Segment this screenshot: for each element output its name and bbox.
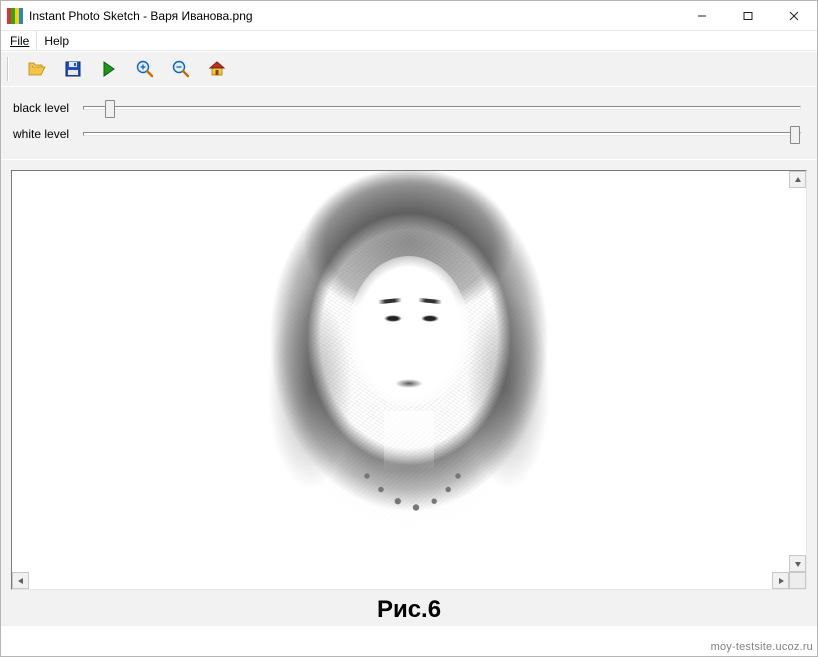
scroll-left-button[interactable] [12,572,29,589]
maximize-button[interactable] [725,1,771,30]
white-level-thumb[interactable] [790,126,800,144]
close-button[interactable] [771,1,817,30]
white-level-slider[interactable] [83,132,801,136]
scroll-right-button[interactable] [772,572,789,589]
app-icon [7,8,23,24]
toolbar [1,51,817,87]
zoom-out-icon [172,60,190,78]
menu-file[interactable]: File [3,31,37,50]
black-level-thumb[interactable] [105,100,115,118]
home-icon [208,61,226,77]
floppy-save-icon [65,61,81,77]
zoom-in-button[interactable] [135,59,155,79]
play-icon [102,61,116,77]
black-level-slider[interactable] [83,106,801,110]
sliders-panel: black level white level [1,87,817,160]
black-level-label: black level [13,101,79,115]
sketch-image [254,171,564,571]
canvas-wrap [1,160,817,590]
white-level-row: white level [13,121,805,147]
window-controls [679,1,817,30]
folder-open-icon [28,61,46,77]
scroll-down-button[interactable] [789,555,806,572]
zoom-in-icon [136,60,154,78]
figure-caption: Рис.6 [1,590,817,626]
window-title: Instant Photo Sketch - Варя Иванова.png [29,9,679,23]
black-level-row: black level [13,95,805,121]
zoom-out-button[interactable] [171,59,191,79]
white-level-label: white level [13,127,79,141]
watermark: moy-testsite.ucoz.ru [711,641,813,653]
menu-help[interactable]: Help [37,31,76,50]
run-button[interactable] [99,59,119,79]
open-button[interactable] [27,59,47,79]
home-button[interactable] [207,59,227,79]
toolbar-separator [7,57,9,81]
scroll-up-button[interactable] [789,171,806,188]
scroll-corner [789,572,806,589]
save-button[interactable] [63,59,83,79]
minimize-button[interactable] [679,1,725,30]
menu-bar: File Help [1,31,817,51]
title-bar: Instant Photo Sketch - Варя Иванова.png [1,1,817,31]
image-canvas[interactable] [11,170,807,590]
